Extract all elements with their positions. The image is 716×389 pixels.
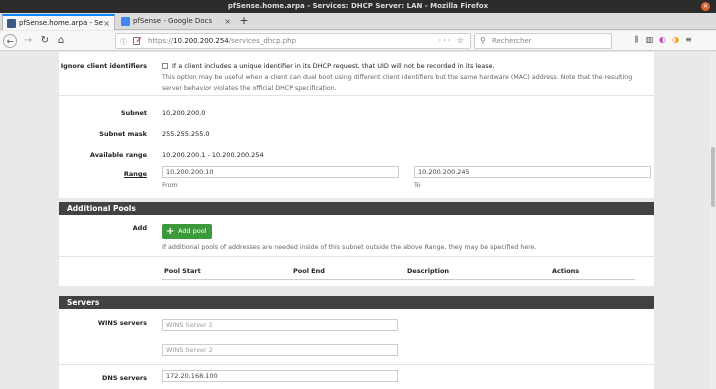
range-to-input[interactable]: 10.200.200.245 (414, 166, 651, 178)
add-pool-row: Add + Add pool If additional pools of add… (59, 215, 654, 257)
tab-label: pfSense.home.arpa - Se (19, 19, 103, 27)
page-scrollbar[interactable] (710, 52, 716, 389)
dns-server-1-input[interactable]: 172.20.168.100 (162, 370, 398, 382)
library-icon[interactable]: ⫼ (630, 35, 643, 45)
page-content: Ignore client identifiers If a client in… (0, 52, 716, 389)
range-label: Range (123, 170, 147, 178)
pool-end-header: Pool End (293, 267, 325, 275)
range-to-label: To (414, 182, 421, 189)
subnet-mask-value: 255.255.255.0 (162, 130, 210, 138)
wins-server-1-input[interactable]: WINS Server 1 (162, 319, 398, 331)
table-divider (162, 279, 635, 280)
actions-header: Actions (552, 267, 580, 275)
ignore-client-identifiers-help: This option may be useful when a client … (162, 74, 633, 92)
subnet-mask-row: Subnet mask 255.255.255.0 (59, 123, 654, 143)
add-pool-button[interactable]: + Add pool (162, 224, 212, 239)
window-titlebar: pfSense.home.arpa - Services: DHCP Serve… (0, 0, 716, 13)
wins-servers-label: WINS servers (97, 319, 147, 327)
dhcp-settings-panel: Ignore client identifiers If a client in… (59, 52, 654, 198)
search-placeholder: Rechercher (492, 37, 532, 45)
subnet-value: 10.200.200.0 (162, 109, 206, 117)
ignore-client-identifiers-row: Ignore client identifiers If a client in… (59, 52, 654, 96)
reload-icon[interactable]: ↻ (38, 34, 52, 48)
search-icon: ⚲ (480, 36, 486, 45)
pool-start-header: Pool Start (164, 267, 201, 275)
tab-strip: pfSense.home.arpa - Se × pfSense - Googl… (0, 13, 716, 30)
info-icon[interactable]: ⓘ (120, 37, 127, 47)
additional-pools-heading: Additional Pools (59, 202, 654, 215)
close-tab-icon[interactable]: × (103, 16, 110, 30)
description-header: Description (407, 267, 450, 275)
docs-favicon-icon (121, 17, 130, 26)
dns-servers-row: DNS servers 172.20.168.100 (59, 365, 654, 389)
available-range-row: Available range 10.200.200.1 - 10.200.20… (59, 144, 654, 164)
servers-heading: Servers (59, 296, 654, 309)
search-bar[interactable]: ⚲ Rechercher (474, 33, 612, 49)
insecure-lock-icon[interactable] (133, 37, 140, 45)
checkbox-text: If a client includes a unique identifier… (172, 62, 495, 70)
available-range-value: 10.200.200.1 - 10.200.200.254 (162, 151, 264, 159)
extension-icon[interactable]: ◐ (656, 35, 669, 44)
close-tab-icon[interactable]: × (224, 14, 231, 29)
page-actions-icon[interactable]: ··· ☆ (439, 36, 466, 45)
pools-table: Pool Start Pool End Description Actions (59, 257, 654, 286)
firefox-sync-icon[interactable]: ◑ (669, 35, 682, 44)
url-text: https://10.200.200.254/services_dhcp.php (148, 37, 297, 45)
dns-servers-label: DNS servers (102, 374, 147, 382)
add-pool-button-label: Add pool (178, 227, 207, 235)
new-tab-button[interactable]: + (238, 13, 250, 29)
range-from-input[interactable]: 10.200.200.10 (162, 166, 399, 178)
subnet-label: Subnet (120, 109, 147, 117)
forward-arrow-icon[interactable]: → (21, 34, 35, 48)
close-window-button[interactable]: ✕ (701, 2, 710, 11)
additional-pools-help: If additional pools of addresses are nee… (162, 244, 537, 251)
ignore-client-identifiers-label: Ignore client identifiers (60, 62, 147, 70)
scrollbar-thumb[interactable] (711, 147, 715, 207)
home-icon[interactable]: ⌂ (54, 34, 68, 48)
sidebar-icon[interactable]: ▥ (643, 35, 656, 44)
available-range-label: Available range (89, 151, 147, 159)
ignore-client-identifiers-option: If a client includes a unique identifier… (162, 62, 495, 70)
ignore-client-identifiers-checkbox[interactable] (162, 63, 168, 69)
range-from-label: From (162, 182, 178, 189)
window-title: pfSense.home.arpa - Services: DHCP Serve… (227, 2, 489, 10)
additional-pools-panel: Add + Add pool If additional pools of add… (59, 215, 654, 286)
navigation-bar: ← → ↻ ⌂ ⓘ https://10.200.200.254/service… (0, 31, 716, 51)
back-arrow-icon[interactable]: ← (3, 34, 17, 48)
tab-pfsense[interactable]: pfSense.home.arpa - Se × (2, 14, 115, 30)
servers-panel: WINS servers WINS Server 1 WINS Server 2… (59, 309, 654, 389)
add-label: Add (132, 224, 147, 232)
toolbar-icons: ⫼ ▥ ◐ ◑ ≡ (630, 35, 695, 45)
menu-icon[interactable]: ≡ (682, 35, 695, 44)
plus-icon: + (166, 226, 175, 237)
wins-servers-row: WINS servers WINS Server 1 WINS Server 2 (59, 309, 654, 365)
pfsense-favicon-icon (7, 19, 16, 28)
wins-server-2-input[interactable]: WINS Server 2 (162, 344, 398, 356)
tab-label: pfSense - Google Docs (133, 17, 213, 25)
range-row: Range 10.200.200.10 From 10.200.200.245 … (59, 164, 654, 198)
tab-google-docs[interactable]: pfSense - Google Docs × (117, 14, 235, 30)
subnet-mask-label: Subnet mask (99, 130, 147, 138)
url-bar[interactable]: ⓘ https://10.200.200.254/services_dhcp.p… (115, 33, 471, 49)
subnet-row: Subnet 10.200.200.0 (59, 102, 654, 122)
